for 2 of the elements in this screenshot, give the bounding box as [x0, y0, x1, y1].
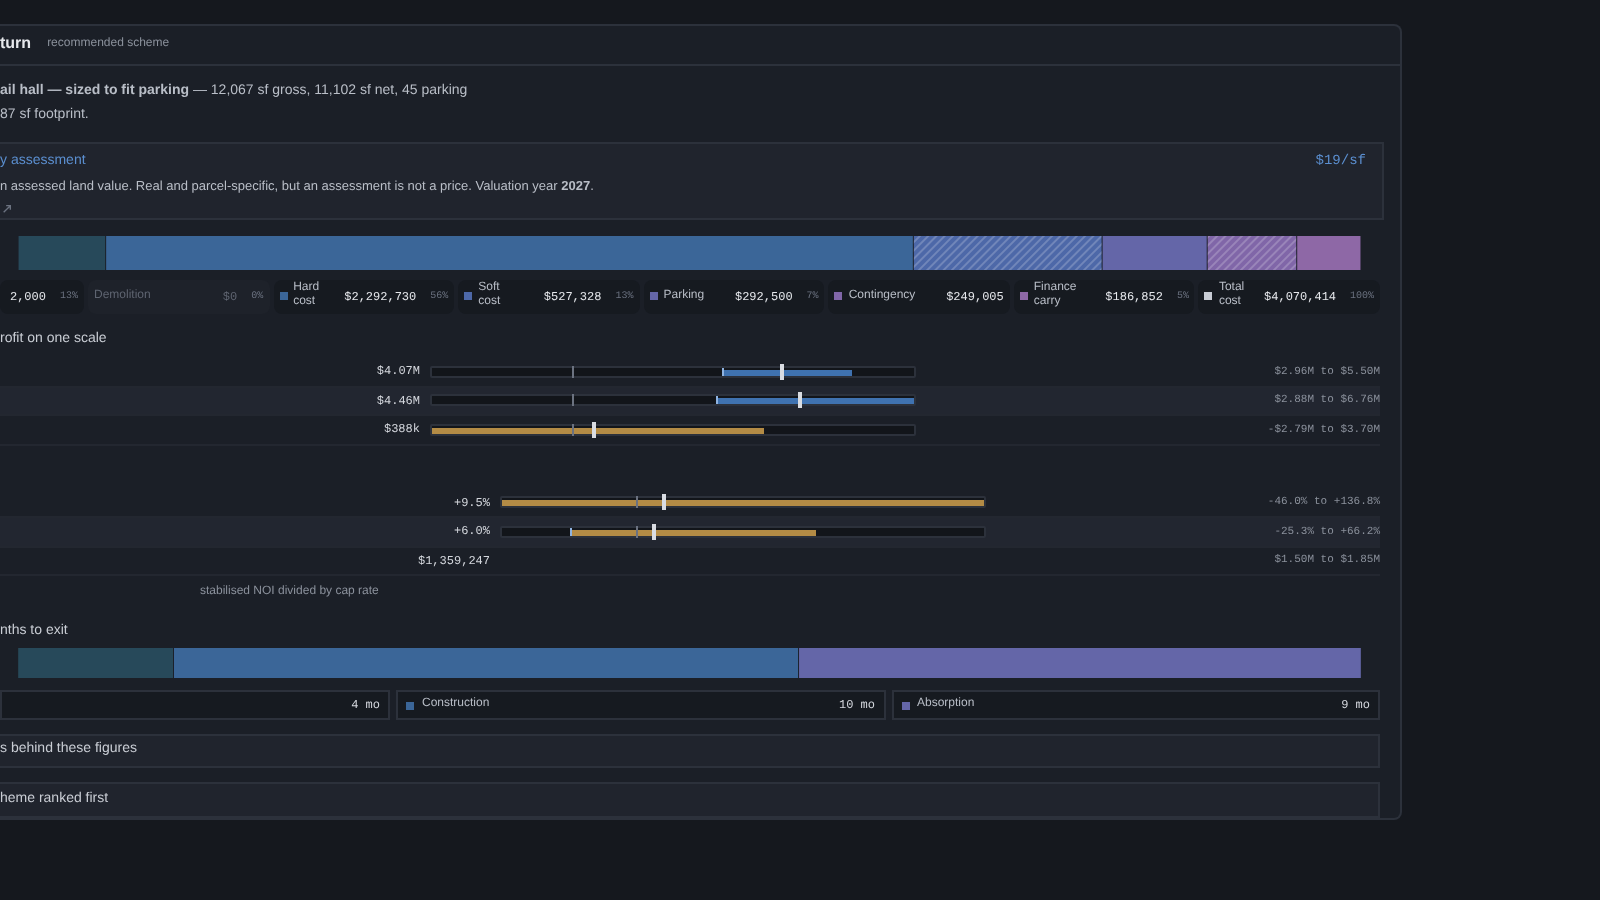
panel-title: turn [0, 32, 32, 57]
external-link-icon[interactable] [2, 203, 12, 214]
